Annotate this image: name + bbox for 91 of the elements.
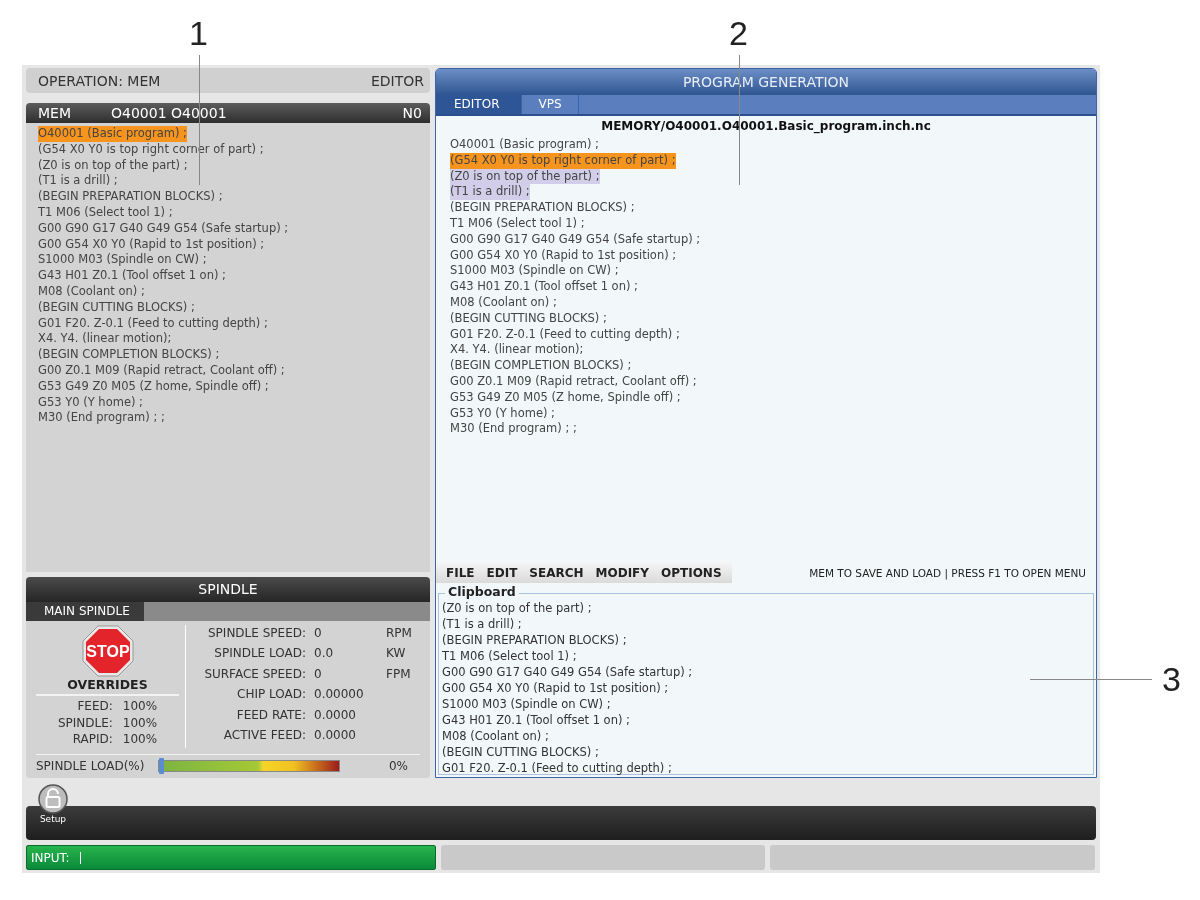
override-value: 100% [122,714,158,731]
overrides-title: OVERRIDES [36,677,179,696]
clipboard-line: (BEGIN PREPARATION BLOCKS) ; [442,632,627,648]
code-line[interactable]: G43 H01 Z0.1 (Tool offset 1 on) ; [450,279,638,295]
panel-title: PROGRAM GENERATION [436,69,1096,95]
reading-value: 0 [314,625,323,642]
clipboard-line: (BEGIN CUTTING BLOCKS) ; [442,744,599,760]
padlock-icon [38,784,68,814]
clipboard-line: S1000 M03 (Spindle on CW) ; [442,696,611,712]
clipboard-line: G00 G90 G17 G40 G49 G54 (Safe startup) ; [442,664,693,680]
code-line[interactable]: G00 G90 G17 G40 G49 G54 (Safe startup) ; [38,220,289,237]
code-line[interactable]: (BEGIN CUTTING BLOCKS) ; [38,299,195,316]
clipboard-line: G43 H01 Z0.1 (Tool offset 1 on) ; [442,712,630,728]
code-line[interactable]: G43 H01 Z0.1 (Tool offset 1 on) ; [38,268,226,284]
code-line[interactable]: G01 F20. Z-0.1 (Feed to cutting depth) ; [38,315,268,332]
clipboard-line: G01 F20. Z-0.1 (Feed to cutting depth) ; [442,760,672,776]
clipboard-line: (Z0 is on top of the part) ; [442,600,592,616]
menu-item[interactable]: FILE [440,566,481,580]
spindle-load-label: SPINDLE LOAD(%) [36,758,145,773]
code-line[interactable]: G53 Y0 (Y home) ; [450,405,555,422]
menu-item[interactable]: EDIT [480,566,524,580]
reading-value: 0.0000 [314,706,357,724]
override-label: RAPID: [71,731,113,748]
clipboard-line: T1 M06 (Select tool 1) ; [442,648,577,664]
menu-hint: MEM TO SAVE AND LOAD | PRESS F1 TO OPEN MENU [809,567,1086,579]
code-line[interactable]: M30 (End program) ; ; [38,410,165,427]
menu-item[interactable]: SEARCH [523,566,590,580]
callout-number: 2 [729,14,748,53]
callout-number: 3 [1162,660,1181,699]
code-line[interactable]: G00 G90 G17 G40 G49 G54 (Safe startup) ; [450,231,701,248]
reading-label: SPINDLE LOAD: [213,645,306,663]
code-line[interactable]: (BEGIN PREPARATION BLOCKS) ; [450,200,635,216]
code-line[interactable]: X4. Y4. (linear motion); [38,331,172,348]
screen-name: EDITOR [370,72,424,89]
reading-unit: RPM [386,625,413,642]
menu-item[interactable]: MODIFY [589,566,655,580]
override-value: 100% [122,698,158,715]
override-label: FEED: [76,698,113,715]
block-number: N0 [402,105,422,121]
clipboard-line: M08 (Coolant on) ; [442,728,549,744]
code-line[interactable]: (BEGIN COMPLETION BLOCKS) ; [450,358,632,374]
reading-label: SPINDLE SPEED: [207,625,306,642]
reading-label: SURFACE SPEED: [203,665,306,683]
reading-label: ACTIVE FEED: [222,727,306,745]
override-label: SPINDLE: [57,714,113,731]
reading-value: 0.0000 [314,727,357,745]
code-line[interactable]: (BEGIN COMPLETION BLOCKS) ; [38,347,220,363]
code-line[interactable]: T1 M06 (Select tool 1) ; [450,216,585,232]
spindle-title: SPINDLE [26,577,430,602]
code-line[interactable]: G00 Z0.1 M09 (Rapid retract, Coolant off) ; [38,362,285,379]
clipboard-line: G00 G54 X0 Y0 (Rapid to 1st position) ; [442,680,669,696]
code-line[interactable]: (BEGIN CUTTING BLOCKS) ; [450,310,607,327]
override-value: 100% [122,731,158,748]
code-line[interactable]: (Z0 is on top of the part) ; [38,157,188,174]
code-line[interactable]: M08 (Coolant on) ; [450,294,557,311]
code-line[interactable]: G00 Z0.1 M09 (Rapid retract, Coolant off) ; [450,373,697,390]
reading-value: 0.00000 [314,686,365,704]
reading-unit: KW [386,645,407,663]
operation-mode: OPERATION: MEM [38,72,161,89]
file-path: MEMORY/O40001.O40001.Basic_program.inch.nc [600,119,932,133]
menu-item[interactable]: OPTIONS [655,566,728,580]
clipboard-line: (T1 is a drill) ; [442,616,522,632]
reading-unit: FPM [386,665,412,683]
code-line[interactable]: X4. Y4. (linear motion); [450,342,584,359]
main-spindle-tab[interactable]: MAIN SPINDLE [26,602,144,621]
code-line[interactable]: G53 Y0 (Y home) ; [38,394,143,411]
code-line[interactable]: (BEGIN PREPARATION BLOCKS) ; [38,189,223,205]
code-line[interactable]: S1000 M03 (Spindle on CW) ; [38,252,207,269]
stop-sign-icon: STOP [81,625,134,677]
code-line[interactable]: G00 G54 X0 Y0 (Rapid to 1st position) ; [38,236,265,253]
spindle-load-reading: 0% [388,758,408,773]
setup-button[interactable]: Setup [38,784,68,824]
callout-number: 1 [189,14,208,53]
code-line[interactable]: G01 F20. Z-0.1 (Feed to cutting depth) ; [450,326,680,343]
clipboard-title: Clipboard [445,585,519,599]
code-line[interactable]: M30 (End program) ; ; [450,421,577,438]
reading-value: 0 [314,665,323,683]
code-line[interactable]: T1 M06 (Select tool 1) ; [38,205,173,221]
code-line[interactable]: G00 G54 X0 Y0 (Rapid to 1st position) ; [450,247,677,264]
reading-label: CHIP LOAD: [236,686,306,704]
reading-value: 0.0 [314,645,335,663]
code-line[interactable]: G53 G49 Z0 M05 (Z home, Spindle off) ; [38,378,269,395]
program-number: O40001 O40001 [111,105,228,121]
code-line[interactable]: G53 G49 Z0 M05 (Z home, Spindle off) ; [450,389,681,406]
code-line[interactable]: (T1 is a drill) ; [38,173,118,190]
code-line[interactable]: M08 (Coolant on) ; [38,283,145,300]
code-line[interactable]: S1000 M03 (Spindle on CW) ; [450,263,619,280]
editor-tab[interactable]: EDITOR [436,95,523,114]
program-mode: MEM [38,105,71,121]
reading-label: FEED RATE: [235,706,306,724]
code-line[interactable]: O40001 (Basic program) ; [450,137,599,153]
